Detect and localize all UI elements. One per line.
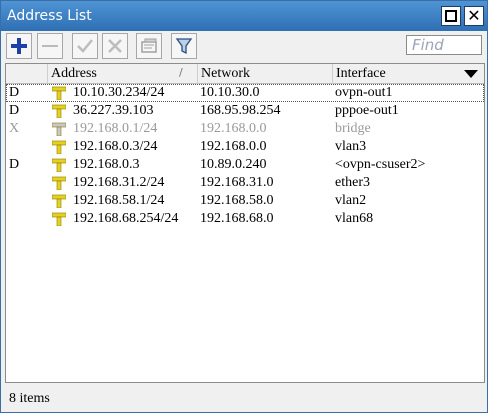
table-row[interactable]: 192.168.31.2/24 192.168.31.0 ether3 [6,174,484,192]
minus-icon [42,45,58,47]
row-interface: vlan2 [335,193,367,208]
address-icon [52,176,66,190]
address-icon [52,140,66,154]
close-icon: ✕ [467,6,481,25]
row-network: 192.168.31.0 [200,175,274,190]
table-row[interactable]: X 192.168.0.1/24 192.168.0.0 bridge [6,120,484,138]
sort-indicator: / [179,66,183,79]
filter-button[interactable] [171,33,197,59]
row-interface: vlan68 [335,211,374,226]
find-input[interactable]: Find [406,35,482,55]
row-interface: ether3 [335,175,370,190]
row-address: 36.227.39.103 [73,103,154,118]
column-header-address-label: Address [51,66,97,81]
row-network: 10.89.0.240 [200,157,267,172]
row-interface: <ovpn-csuser2> [335,157,426,172]
row-interface: bridge [335,121,371,136]
title-bar[interactable]: Address List ✕ [1,1,487,31]
column-menu-arrow-icon[interactable] [464,70,478,78]
row-address: 192.168.0.3 [73,157,140,172]
table-row[interactable]: 192.168.58.1/24 192.168.58.0 vlan2 [6,192,484,210]
row-network: 192.168.58.0 [200,193,274,208]
column-header-network[interactable]: Network [197,64,332,84]
table-row[interactable]: 192.168.0.3/24 192.168.0.0 vlan3 [6,138,484,156]
column-header-address[interactable]: Address [47,64,197,84]
row-network: 168.95.98.254 [200,103,281,118]
row-address: 192.168.0.1/24 [73,121,158,136]
address-icon [52,212,66,226]
cross-icon [108,39,122,53]
row-address: 192.168.31.2/24 [73,175,165,190]
row-flag: D [9,85,20,100]
row-interface: ovpn-out1 [335,85,393,100]
comment-button[interactable] [136,33,162,59]
row-address: 192.168.58.1/24 [73,193,165,208]
row-network: 10.10.30.0 [200,85,260,100]
row-interface: vlan3 [335,139,367,154]
address-icon [52,86,66,100]
remove-button[interactable] [37,33,63,59]
close-button[interactable]: ✕ [464,6,484,26]
address-table: Address / Network Interface D 10.10.30.23… [5,63,485,383]
row-address: 10.10.30.234/24 [73,85,165,100]
address-icon [52,122,66,136]
row-network: 192.168.68.0 [200,211,274,226]
row-network: 192.168.0.0 [200,139,267,154]
table-row[interactable]: D 192.168.0.3 10.89.0.240 <ovpn-csuser2> [6,156,484,174]
filter-icon [175,38,193,55]
table-row[interactable]: D 36.227.39.103 168.95.98.254 pppoe-out1 [6,102,484,120]
address-list-window: Address List ✕ Find Address / Network In… [0,0,488,413]
comment-icon [141,38,157,53]
row-address: 192.168.0.3/24 [73,139,158,154]
row-address: 192.168.68.254/24 [73,211,179,226]
row-network: 192.168.0.0 [200,121,267,136]
status-bar: 8 items [1,386,487,412]
item-count: 8 items [9,391,50,406]
address-icon [52,104,66,118]
row-interface: pppoe-out1 [335,103,399,118]
column-header-flags[interactable] [6,64,47,84]
enable-button[interactable] [72,33,98,59]
maximize-button[interactable] [441,6,461,26]
row-flag: D [9,157,20,172]
check-icon [77,39,93,53]
table-header: Address / Network Interface [6,64,484,84]
row-flag: X [9,121,20,136]
window-title: Address List [7,8,92,24]
column-header-interface[interactable]: Interface [332,64,484,84]
table-row[interactable]: 192.168.68.254/24 192.168.68.0 vlan68 [6,210,484,228]
address-icon [52,194,66,208]
disable-button[interactable] [102,33,128,59]
row-flag: D [9,103,20,118]
address-icon [52,158,66,172]
plus-icon [11,38,27,54]
add-button[interactable] [6,33,32,59]
table-row[interactable]: D 10.10.30.234/24 10.10.30.0 ovpn-out1 [6,84,484,102]
